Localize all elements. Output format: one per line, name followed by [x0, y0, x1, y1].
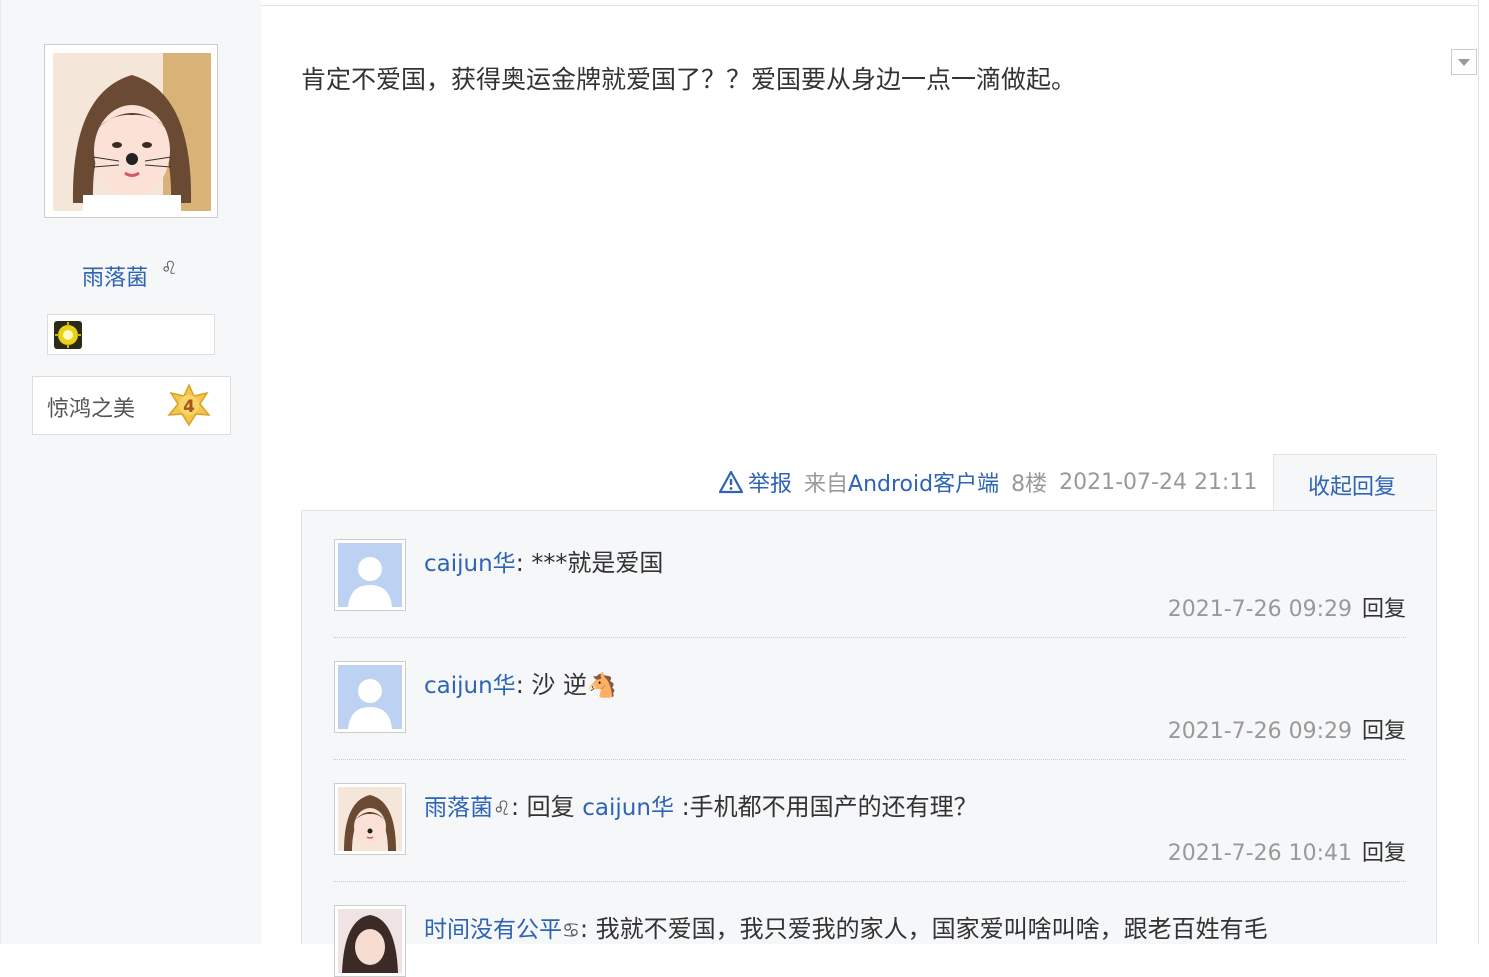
- reply-divider: [334, 881, 1406, 882]
- reply-time: 2021-7-26 10:41: [1167, 841, 1352, 866]
- reply-content: caijun华: ***就是爱国: [424, 543, 663, 578]
- post-time: 2021-07-24 21:11: [1059, 469, 1258, 495]
- reply-avatar[interactable]: [334, 539, 406, 611]
- reply-button[interactable]: 回复: [1362, 719, 1406, 744]
- author-avatar-image: [53, 53, 211, 211]
- collapse-replies-link[interactable]: 收起回复: [1308, 469, 1396, 501]
- level-box[interactable]: 惊鸿之美 4: [32, 376, 231, 435]
- reply-username-link[interactable]: caijun华: [424, 673, 516, 699]
- default-avatar-icon: [338, 543, 402, 607]
- reply-username-link[interactable]: 时间没有公平: [424, 917, 562, 943]
- reply-content: caijun华: 沙 逆🐴: [424, 665, 617, 700]
- girl-cat-avatar-icon: [338, 787, 402, 851]
- girl-avatar-icon: [338, 909, 402, 973]
- reply-button[interactable]: 回复: [1362, 841, 1406, 866]
- post-source: 来自Android客户端: [804, 466, 999, 498]
- warning-icon: [718, 470, 744, 494]
- report-label: 举报: [748, 472, 793, 497]
- leo-zodiac-icon: ♌: [493, 796, 511, 820]
- reply-divider: [334, 637, 1406, 638]
- leo-zodiac-icon: ♌: [161, 258, 178, 279]
- level-number: 4: [183, 397, 195, 417]
- member-badge-box: [47, 314, 215, 355]
- reply-time: 2021-7-26 09:29: [1167, 597, 1352, 622]
- reply-divider: [334, 759, 1406, 760]
- post-content: 肯定不爱国，获得奥运金牌就爱国了？？爱国要从身边一点一滴做起。: [301, 65, 1077, 94]
- cancer-zodiac-icon: ♋: [562, 918, 580, 942]
- reply-meta: 2021-7-26 09:29 回复: [1168, 713, 1406, 745]
- reply-prefix: : 回复: [510, 793, 583, 821]
- reply-button[interactable]: 回复: [1362, 597, 1406, 622]
- source-client-link[interactable]: Android客户端: [848, 472, 999, 497]
- reply-text: : 我就不爱国，我只爱我的家人，国家爱叫啥叫啥，跟老百姓有毛: [579, 915, 1268, 943]
- reply-avatar[interactable]: [334, 661, 406, 733]
- reply-time: 2021-7-26 09:29: [1167, 719, 1352, 744]
- reply-text: :手机都不用国产的还有理？: [673, 793, 978, 821]
- reply-username-link[interactable]: 雨落菌: [424, 795, 493, 821]
- report-link[interactable]: 举报: [718, 466, 792, 498]
- author-name-link[interactable]: 雨落菌: [82, 260, 148, 292]
- level-star-icon: 4: [167, 383, 211, 427]
- reply-content: 雨落菌♌: 回复 caijun华 :手机都不用国产的还有理？: [424, 787, 978, 822]
- reply-text: : ***就是爱国: [515, 549, 664, 577]
- reply-username-link[interactable]: caijun华: [424, 551, 516, 577]
- post-menu-button[interactable]: [1451, 49, 1477, 75]
- default-avatar-icon: [338, 665, 402, 729]
- reply-avatar[interactable]: [334, 783, 406, 855]
- reply-content: 时间没有公平♋: 我就不爱国，我只爱我的家人，国家爱叫啥叫啥，跟老百姓有毛: [424, 909, 1268, 944]
- post-meta: 举报 来自Android客户端 8楼 2021-07-24 21:11: [700, 466, 1257, 498]
- collapse-replies-tab: 收起回复: [1273, 454, 1437, 511]
- floor-number: 8楼: [1011, 472, 1048, 497]
- reply-meta: 2021-7-26 09:29 回复: [1168, 591, 1406, 623]
- level-title: 惊鸿之美: [47, 397, 136, 422]
- chevron-down-icon: [1458, 59, 1470, 66]
- reply-meta: 2021-7-26 10:41 回复: [1168, 835, 1406, 867]
- right-border: [1478, 0, 1479, 944]
- reply-text: : 沙 逆🐴: [515, 671, 617, 699]
- author-sidebar: 雨落菌 ♌ 惊鸿之美 4: [0, 0, 261, 944]
- reply-panel: caijun华: ***就是爱国 2021-7-26 09:29 回复 caiju…: [301, 510, 1437, 977]
- author-avatar[interactable]: [44, 44, 218, 218]
- reply-avatar[interactable]: [334, 905, 406, 977]
- sun-badge-icon[interactable]: [54, 321, 82, 349]
- source-prefix: 来自: [804, 472, 849, 497]
- reply-to-username-link[interactable]: caijun华: [582, 795, 674, 821]
